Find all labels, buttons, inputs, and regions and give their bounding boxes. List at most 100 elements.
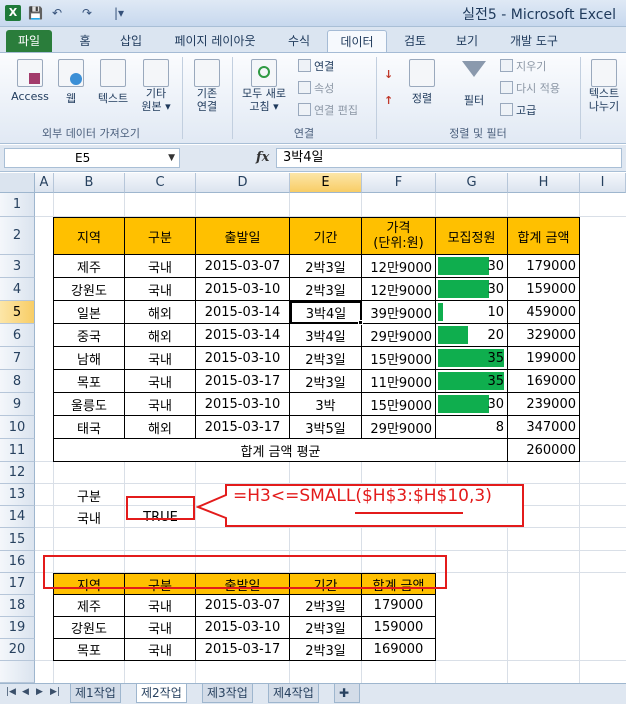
selection-fill-handle[interactable] [358,320,363,325]
result-region-cell[interactable]: 강원도 [53,617,125,639]
capacity-cell[interactable]: 30 [436,255,508,278]
connections-button[interactable]: 연결 [298,59,334,75]
worksheet-grid[interactable]: A B C D E F G H I 1 2 3 4 5 6 7 8 9 10 1… [0,173,626,683]
date-cell[interactable]: 2015-03-14 [196,324,290,347]
row-header-5[interactable]: 5 [0,301,35,324]
period-cell[interactable]: 3박5일 [290,416,362,439]
date-cell[interactable]: 2015-03-17 [196,416,290,439]
period-cell[interactable]: 2박3일 [290,255,362,278]
result-period-cell[interactable]: 2박3일 [290,639,362,661]
region-cell[interactable]: 강원도 [53,278,125,301]
sheet-tab-3[interactable]: 제3작업 [202,684,253,703]
result-type-cell[interactable]: 국내 [125,639,196,661]
row-header-9[interactable]: 9 [0,393,35,416]
chevron-down-icon[interactable]: ▼ [168,149,175,167]
row-header-21[interactable] [0,661,35,683]
price-cell[interactable]: 12만9000 [362,278,436,301]
type-cell[interactable]: 국내 [125,347,196,370]
tab-view[interactable]: 보기 [446,30,488,52]
total-cell[interactable]: 347000 [508,416,580,439]
price-cell[interactable]: 11만9000 [362,370,436,393]
sheet-tab-4[interactable]: 제4작업 [268,684,319,703]
column-header-e[interactable]: E [290,173,362,193]
region-cell[interactable]: 일본 [53,301,125,324]
result-date-cell[interactable]: 2015-03-07 [196,595,290,617]
price-cell[interactable]: 29만9000 [362,324,436,347]
period-cell[interactable]: 3박4일 [290,301,362,324]
capacity-cell[interactable]: 8 [436,416,508,439]
properties-button[interactable]: 속성 [298,81,334,97]
table-header-region[interactable]: 지역 [53,217,125,255]
type-cell[interactable]: 국내 [125,255,196,278]
result-period-cell[interactable]: 2박3일 [290,617,362,639]
criteria-header-cell[interactable]: 구분 [54,484,124,506]
tab-home[interactable]: 홈 [70,30,100,52]
undo-icon[interactable]: ↶ [52,5,62,21]
web-button[interactable]: 웹 [56,59,86,106]
formula-input[interactable]: 3박4일 [276,148,622,168]
price-cell[interactable]: 15만9000 [362,393,436,416]
column-header-c[interactable]: C [125,173,196,193]
result-region-cell[interactable]: 목포 [53,639,125,661]
table-header-period[interactable]: 기간 [290,217,362,255]
tab-data[interactable]: 데이터 [327,30,387,52]
row-header-15[interactable]: 15 [0,528,35,551]
row-header-19[interactable]: 19 [0,617,35,639]
average-value-cell[interactable]: 260000 [508,439,580,462]
table-header-type[interactable]: 구분 [125,217,196,255]
date-cell[interactable]: 2015-03-10 [196,393,290,416]
type-cell[interactable]: 해외 [125,301,196,324]
total-cell[interactable]: 169000 [508,370,580,393]
region-cell[interactable]: 울릉도 [53,393,125,416]
text-to-columns-button[interactable]: 텍스트 나누기 [583,59,625,113]
table-header-total[interactable]: 합계 금액 [508,217,580,255]
capacity-cell[interactable]: 20 [436,324,508,347]
edit-links-button[interactable]: 연결 편집 [298,103,358,119]
capacity-cell[interactable]: 35 [436,370,508,393]
sheet-tab-2[interactable]: 제2작업 [136,684,187,703]
column-header-a[interactable]: A [35,173,54,193]
row-header-8[interactable]: 8 [0,370,35,393]
tab-page-layout[interactable]: 페이지 레이아웃 [162,30,268,52]
table-header-date[interactable]: 출발일 [196,217,290,255]
period-cell[interactable]: 2박3일 [290,370,362,393]
row-header-14[interactable]: 14 [0,506,35,528]
row-header-11[interactable]: 11 [0,439,35,462]
column-header-d[interactable]: D [196,173,290,193]
save-icon[interactable]: 💾 [28,5,43,21]
name-box[interactable]: E5 ▼ [4,148,180,168]
sort-desc-icon[interactable]: ↑ [384,93,393,109]
filter-button[interactable]: 필터 [454,59,494,108]
total-cell[interactable]: 179000 [508,255,580,278]
type-cell[interactable]: 국내 [125,370,196,393]
customize-quick-access-icon[interactable]: |▾ [114,5,124,21]
reapply-button[interactable]: 다시 적용 [500,81,560,97]
tab-insert[interactable]: 삽입 [110,30,152,52]
region-cell[interactable]: 중국 [53,324,125,347]
date-cell[interactable]: 2015-03-10 [196,347,290,370]
period-cell[interactable]: 2박3일 [290,278,362,301]
excel-logo-icon[interactable]: X [5,5,21,21]
period-cell[interactable]: 3박 [290,393,362,416]
result-region-cell[interactable]: 제주 [53,595,125,617]
text-button[interactable]: 텍스트 [92,59,134,106]
row-header-12[interactable]: 12 [0,462,35,484]
total-cell[interactable]: 239000 [508,393,580,416]
row-header-20[interactable]: 20 [0,639,35,661]
result-total-cell[interactable]: 179000 [362,595,436,617]
capacity-cell[interactable]: 35 [436,347,508,370]
criteria-label-cell[interactable]: 국내 [54,506,124,528]
type-cell[interactable]: 해외 [125,416,196,439]
row-header-4[interactable]: 4 [0,278,35,301]
next-sheet-icon[interactable]: ▶ [36,687,43,697]
row-header-1[interactable]: 1 [0,193,35,217]
row-header-10[interactable]: 10 [0,416,35,439]
table-header-price[interactable]: 가격 (단위:원) [362,217,436,255]
region-cell[interactable]: 태국 [53,416,125,439]
prev-sheet-icon[interactable]: ◀ [22,687,29,697]
type-cell[interactable]: 해외 [125,324,196,347]
advanced-filter-button[interactable]: 고급 [500,103,536,119]
region-cell[interactable]: 목포 [53,370,125,393]
row-header-6[interactable]: 6 [0,324,35,347]
table-header-capacity[interactable]: 모집정원 [436,217,508,255]
